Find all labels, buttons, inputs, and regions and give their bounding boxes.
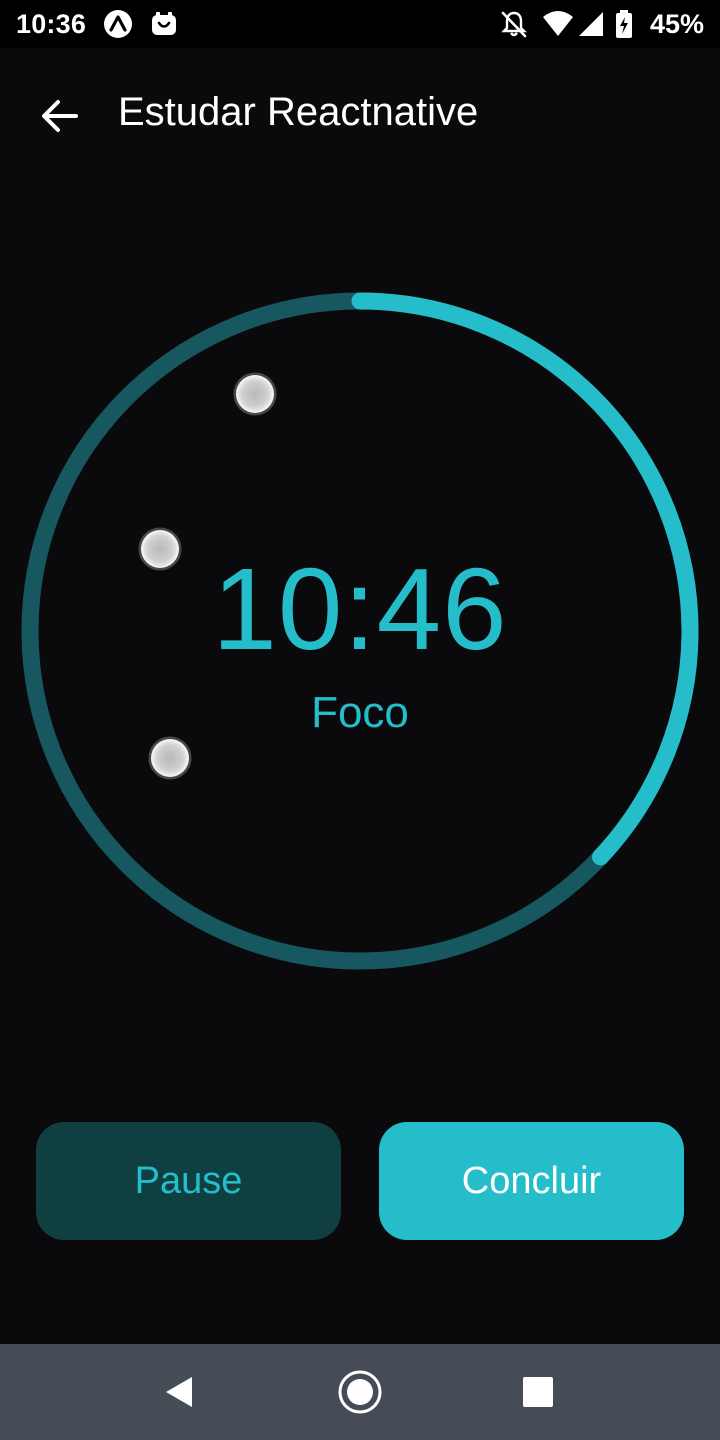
app-notification-icon [149,9,179,39]
orbit-dot [233,372,277,416]
expo-icon [103,9,133,39]
bell-off-icon [499,9,529,39]
timer-time: 10:46 [212,544,508,674]
system-nav-bar [0,1344,720,1440]
page-title: Estudar Reactnative [118,90,479,134]
nav-home-button[interactable] [332,1364,388,1420]
nav-back-button[interactable] [152,1364,208,1420]
app-screen: 10:36 45% Estudar Reactnative 10:46 Foco… [0,0,720,1440]
app-bar: Estudar Reactnative [0,48,720,184]
timer-widget: 10:46 Foco [0,280,720,990]
nav-recents-button[interactable] [510,1364,566,1420]
battery-charging-icon [614,9,634,39]
back-button[interactable] [28,88,92,144]
status-time: 10:36 [16,9,87,39]
orbit-dot [148,736,192,780]
circle-home-icon [338,1370,382,1414]
wifi-icon [542,9,573,39]
battery-percentage: 45% [649,9,704,39]
pause-button[interactable]: Pause [36,1122,341,1240]
triangle-back-icon [166,1377,192,1407]
timer-mode-label: Foco [311,688,409,737]
finish-button[interactable]: Concluir [379,1122,684,1240]
arrow-left-icon [42,100,78,132]
square-recents-icon [523,1377,553,1407]
signal-icon [577,9,607,39]
status-bar: 10:36 45% [0,0,720,48]
